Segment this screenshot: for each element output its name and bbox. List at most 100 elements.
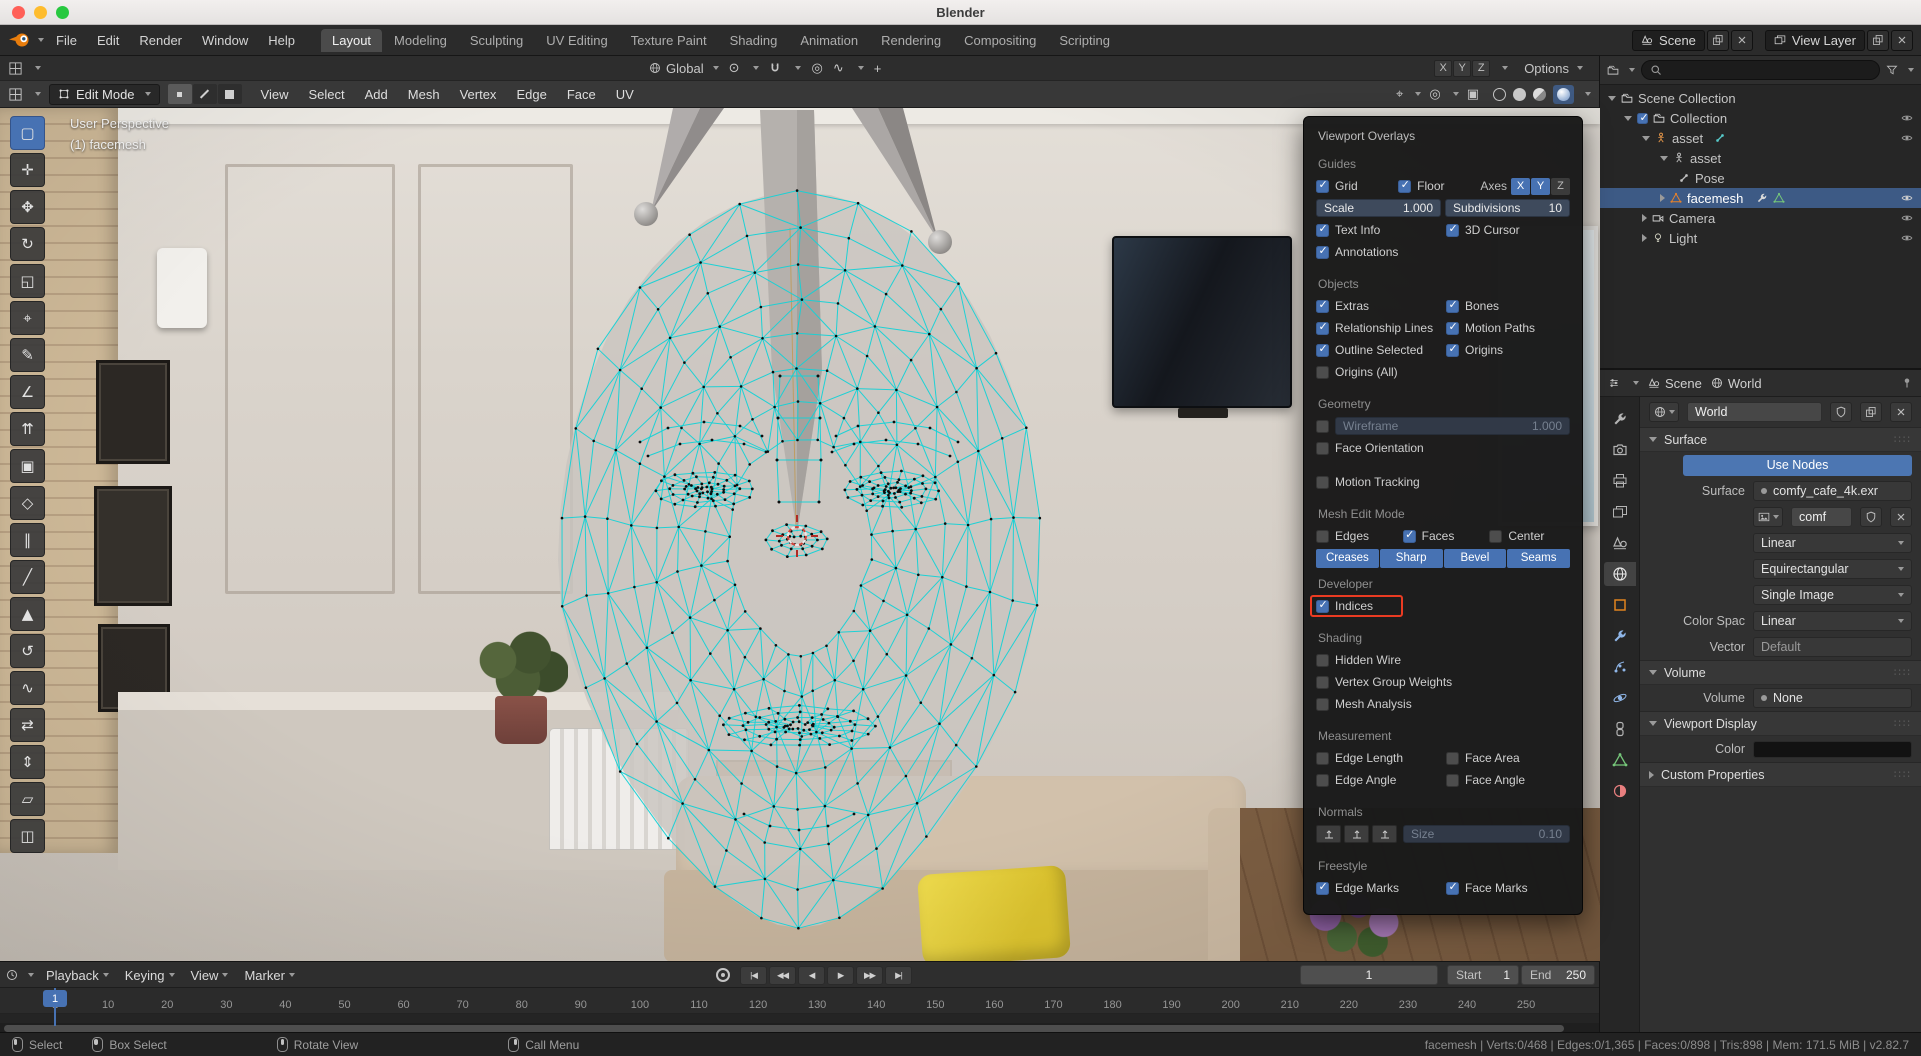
view-layer-delete-button[interactable] [1891,30,1913,51]
transport-button[interactable]: |◀ [740,966,767,985]
color-space-dropdown[interactable]: Linear [1753,611,1912,631]
properties-tab-tool[interactable] [1604,407,1636,431]
timeline-channel-area[interactable] [0,1014,1599,1023]
tool-button[interactable]: ▢ [10,116,45,150]
use-nodes-button[interactable]: Use Nodes [1683,455,1912,476]
timeline-editor-icon[interactable] [6,969,18,981]
outliner-row-camera[interactable]: Camera [1600,208,1921,228]
properties-tab-scene[interactable] [1604,531,1636,555]
workspace-tab[interactable]: UV Editing [535,29,618,52]
timeline-ruler[interactable]: 1102030405060708090100110120130140150160… [0,988,1599,1014]
menu-item[interactable]: File [46,33,87,48]
menu-item[interactable]: Edit [87,33,129,48]
viewport-color-swatch[interactable] [1753,741,1912,758]
properties-tab-physics[interactable] [1604,686,1636,710]
workspace-tab[interactable]: Animation [789,29,869,52]
shading-caret[interactable] [1585,92,1591,96]
axis-y-toggle[interactable]: Y [1531,178,1550,195]
tool-button[interactable]: ↻ [10,227,45,261]
viewport-editor-icon[interactable] [8,87,23,102]
workspace-tab[interactable]: Layout [321,29,382,52]
properties-tab-render[interactable] [1604,438,1636,462]
tool-button[interactable]: ⇕ [10,745,45,779]
tool-button[interactable]: ◫ [10,819,45,853]
projection-dropdown[interactable]: Equirectangular [1753,559,1912,579]
workspace-tab[interactable]: Texture Paint [620,29,718,52]
face-orientation-checkbox[interactable]: Face Orientation [1316,441,1443,455]
mirror-caret[interactable] [1502,66,1508,70]
workspace-tab[interactable]: Rendering [870,29,952,52]
overlays-toggle[interactable]: ◎ [1429,86,1440,102]
surface-shader-dropdown[interactable]: comfy_cafe_4k.exr [1753,481,1912,501]
add-tool-button[interactable]: + [874,61,882,76]
vertex-normals-button[interactable] [1316,825,1341,843]
transport-button[interactable]: ▶| [885,966,912,985]
shading-material-button[interactable] [1533,88,1546,101]
playhead-frame-badge[interactable]: 1 [43,990,67,1007]
face-area-checkbox[interactable]: Face Area [1446,751,1570,765]
editor-type-caret[interactable] [35,66,41,70]
extras-checkbox[interactable]: Extras [1316,299,1440,313]
transport-button[interactable]: ◀ [798,966,825,985]
properties-tab-constraints[interactable] [1604,717,1636,741]
image-browse-button[interactable] [1753,507,1783,527]
scene-selector[interactable]: Scene [1632,30,1705,51]
3d-cursor-checkbox[interactable]: 3D Cursor [1446,223,1570,237]
snap-magnet-icon[interactable] [769,62,781,74]
face-select-button[interactable] [218,84,242,104]
viewport-editor-caret[interactable] [35,92,41,96]
tool-button[interactable]: ▲ [10,597,45,631]
viewport-menu-item[interactable]: Add [362,87,391,102]
collection-exclude-checkbox[interactable] [1637,113,1648,124]
breadcrumb-scene[interactable]: Scene [1648,376,1702,391]
workspace-tab[interactable]: Shading [719,29,789,52]
image-unlink-button[interactable] [1890,507,1912,527]
properties-tab-modifiers[interactable] [1604,624,1636,648]
vector-dropdown[interactable]: Default [1753,637,1912,657]
editor-type-icon[interactable] [8,61,23,76]
app-menu-caret[interactable] [38,38,44,42]
motion-paths-checkbox[interactable]: Motion Paths [1446,321,1570,335]
wireframe-checkbox[interactable] [1316,420,1329,433]
workspace-tab[interactable]: Scripting [1048,29,1121,52]
bevel-toggle[interactable]: Bevel [1444,549,1507,568]
edge-marks-checkbox[interactable]: Edge Marks [1316,881,1440,895]
world-browse-button[interactable] [1649,402,1679,422]
tool-button[interactable]: ◇ [10,486,45,520]
source-dropdown[interactable]: Single Image [1753,585,1912,605]
current-frame-field[interactable]: 1 [1300,965,1438,985]
eye-icon[interactable] [1901,232,1913,244]
annotations-checkbox[interactable]: Annotations [1316,245,1443,259]
filter-funnel-icon[interactable] [1886,64,1898,76]
tool-button[interactable]: ✎ [10,338,45,372]
frame-end-field[interactable]: End250 [1521,965,1595,985]
properties-tab-material[interactable] [1604,779,1636,803]
grid-subdivisions-slider[interactable]: Subdivisions10 [1445,199,1570,217]
tool-button[interactable]: ▱ [10,782,45,816]
zoom-window-button[interactable] [56,6,69,19]
viewport-display-panel-header[interactable]: Viewport Display∷∷ [1640,711,1921,736]
properties-tab-object[interactable] [1604,593,1636,617]
mode-dropdown[interactable]: Edit Mode [49,84,160,105]
face-angle-checkbox[interactable]: Face Angle [1446,773,1570,787]
surface-panel-header[interactable]: Surface∷∷ [1640,427,1921,452]
eye-icon[interactable] [1901,212,1913,224]
center-checkbox[interactable]: Center [1489,529,1570,543]
viewport-menu-item[interactable]: UV [613,87,637,102]
unlink-datablock-button[interactable] [1890,402,1912,422]
wireframe-slider[interactable]: Wireframe1.000 [1335,417,1570,435]
transform-orientation-dropdown[interactable]: Global [649,61,719,76]
tool-button[interactable]: ∥ [10,523,45,557]
view-layer-copy-button[interactable] [1867,30,1889,51]
shading-solid-button[interactable] [1513,88,1526,101]
vertex-group-weights-checkbox[interactable]: Vertex Group Weights [1316,675,1570,689]
proportional-editing-toggle[interactable]: ◎ [811,60,822,76]
interpolation-dropdown[interactable]: Linear [1753,533,1912,553]
overlays-caret[interactable] [1453,92,1459,96]
tool-button[interactable]: ╱ [10,560,45,594]
tool-button[interactable]: ∠ [10,375,45,409]
close-window-button[interactable] [12,6,25,19]
filter-caret[interactable] [1908,68,1914,72]
properties-editor-icon[interactable] [1608,377,1620,389]
eye-icon[interactable] [1901,112,1913,124]
